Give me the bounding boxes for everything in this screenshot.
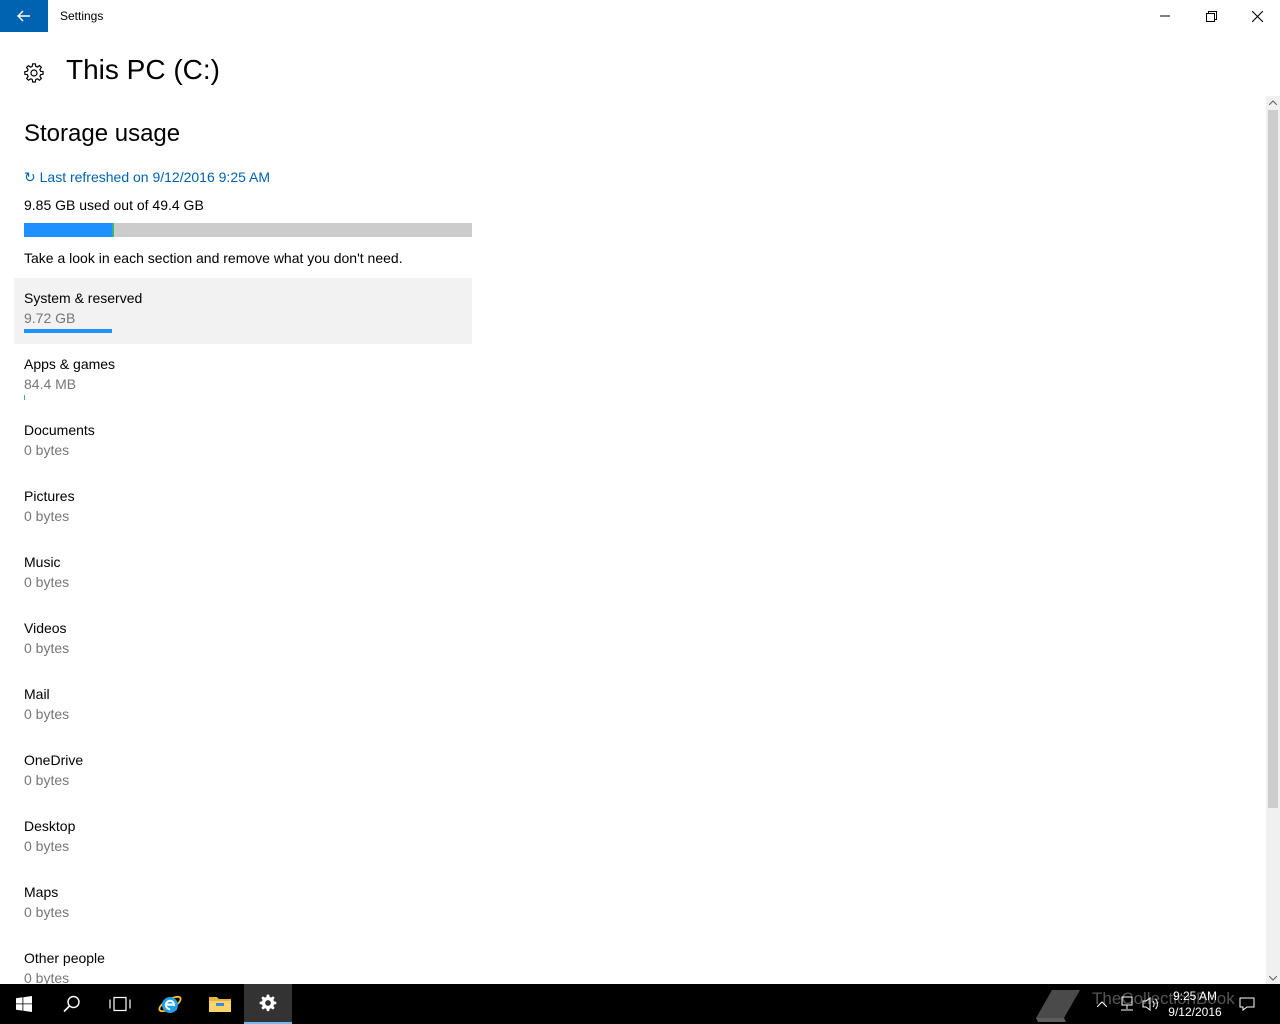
category-size: 0 bytes bbox=[24, 904, 70, 920]
task-view-icon bbox=[109, 996, 131, 1012]
category-usage-bar bbox=[24, 395, 25, 400]
internet-explorer-icon bbox=[158, 995, 182, 1013]
chevron-up-icon bbox=[1269, 99, 1277, 105]
content-area: Storage usage ↻ Last refreshed on 9/12/2… bbox=[0, 96, 1266, 984]
section-title: Storage usage bbox=[24, 120, 181, 147]
settings-taskbar-button[interactable] bbox=[244, 984, 292, 1024]
category-item[interactable]: System & reserved 9.72 GB bbox=[14, 278, 472, 344]
category-name: Videos bbox=[24, 620, 67, 636]
category-item[interactable]: Music 0 bytes bbox=[14, 542, 472, 608]
app-title: Settings bbox=[60, 9, 104, 23]
title-bar: Settings bbox=[0, 0, 1280, 32]
storage-usage-bar-apps-segment bbox=[112, 223, 114, 237]
clock-time: 9:25 AM bbox=[1172, 989, 1218, 1003]
category-name: Music bbox=[24, 554, 61, 570]
category-name: Apps & games bbox=[24, 356, 116, 372]
network-button[interactable] bbox=[1116, 984, 1138, 1024]
category-list: System & reserved 9.72 GB Apps & games 8… bbox=[14, 278, 472, 984]
back-button[interactable] bbox=[0, 0, 48, 32]
taskbar: TheCollectionBook 9:25 AM 9/12/2016 bbox=[0, 984, 1280, 1024]
book-icon bbox=[1036, 990, 1080, 1022]
restore-button[interactable] bbox=[1188, 0, 1234, 32]
page-title: This PC (C:) bbox=[66, 54, 220, 85]
category-name: Other people bbox=[24, 950, 105, 966]
category-item[interactable]: Mail 0 bytes bbox=[14, 674, 472, 740]
action-center-button[interactable] bbox=[1236, 984, 1258, 1024]
start-button[interactable] bbox=[0, 984, 48, 1024]
category-name: Pictures bbox=[24, 488, 75, 504]
used-summary: 9.85 GB used out of 49.4 GB bbox=[24, 197, 204, 213]
hint-text: Take a look in each section and remove w… bbox=[24, 250, 403, 266]
category-name: Mail bbox=[24, 686, 50, 702]
category-size: 0 bytes bbox=[24, 706, 70, 722]
show-hidden-icons-button[interactable] bbox=[1094, 984, 1110, 1024]
category-usage-bar bbox=[24, 329, 112, 333]
category-item[interactable]: Videos 0 bytes bbox=[14, 608, 472, 674]
clock[interactable]: 9:25 AM 9/12/2016 bbox=[1160, 988, 1230, 1020]
category-item[interactable]: Pictures 0 bytes bbox=[14, 476, 472, 542]
volume-icon bbox=[1142, 997, 1158, 1011]
chevron-down-icon bbox=[1269, 975, 1277, 981]
minimize-button[interactable] bbox=[1142, 0, 1188, 32]
category-item[interactable]: Desktop 0 bytes bbox=[14, 806, 472, 872]
file-explorer-button[interactable] bbox=[196, 984, 244, 1024]
category-item[interactable]: Documents 0 bytes bbox=[14, 410, 472, 476]
notifications-icon bbox=[1239, 997, 1255, 1011]
category-name: Desktop bbox=[24, 818, 76, 834]
category-size: 0 bytes bbox=[24, 970, 70, 984]
volume-button[interactable] bbox=[1140, 984, 1162, 1024]
refresh-link[interactable]: ↻ Last refreshed on 9/12/2016 9:25 AM bbox=[24, 169, 270, 186]
gear-icon bbox=[24, 63, 44, 83]
category-name: Maps bbox=[24, 884, 59, 900]
restore-icon bbox=[1205, 10, 1217, 22]
category-size: 9.72 GB bbox=[24, 310, 76, 326]
scroll-thumb[interactable] bbox=[1268, 110, 1278, 808]
category-size: 0 bytes bbox=[24, 574, 70, 590]
gear-icon bbox=[259, 994, 277, 1012]
storage-usage-bar bbox=[24, 223, 472, 237]
category-size: 84.4 MB bbox=[24, 376, 77, 392]
category-size: 0 bytes bbox=[24, 838, 70, 854]
storage-usage-bar-fill bbox=[24, 223, 112, 237]
close-button[interactable] bbox=[1234, 0, 1280, 32]
chevron-up-icon bbox=[1097, 1001, 1107, 1007]
category-size: 0 bytes bbox=[24, 442, 70, 458]
vertical-scrollbar[interactable] bbox=[1266, 96, 1280, 984]
category-item[interactable]: Other people 0 bytes bbox=[14, 938, 472, 984]
minimize-icon bbox=[1160, 15, 1170, 17]
search-button[interactable] bbox=[48, 984, 96, 1024]
back-arrow-icon bbox=[17, 10, 30, 22]
category-item[interactable]: Maps 0 bytes bbox=[14, 872, 472, 938]
category-name: System & reserved bbox=[24, 290, 143, 306]
category-name: Documents bbox=[24, 422, 95, 438]
scroll-up-button[interactable] bbox=[1266, 96, 1280, 108]
category-name: OneDrive bbox=[24, 752, 84, 768]
category-item[interactable]: OneDrive 0 bytes bbox=[14, 740, 472, 806]
network-icon bbox=[1121, 996, 1133, 1011]
scroll-down-button[interactable] bbox=[1266, 972, 1280, 984]
task-view-button[interactable] bbox=[96, 984, 144, 1024]
page-header: This PC (C:) bbox=[0, 48, 1260, 96]
clock-date: 9/12/2016 bbox=[1168, 1005, 1222, 1019]
search-icon bbox=[63, 995, 80, 1013]
category-size: 0 bytes bbox=[24, 508, 70, 524]
category-size: 0 bytes bbox=[24, 640, 70, 656]
category-item[interactable]: Apps & games 84.4 MB bbox=[14, 344, 472, 410]
windows-logo-icon bbox=[16, 996, 32, 1012]
category-size: 0 bytes bbox=[24, 772, 70, 788]
close-icon bbox=[1251, 10, 1263, 22]
internet-explorer-button[interactable] bbox=[146, 984, 194, 1024]
folder-icon bbox=[209, 997, 231, 1012]
